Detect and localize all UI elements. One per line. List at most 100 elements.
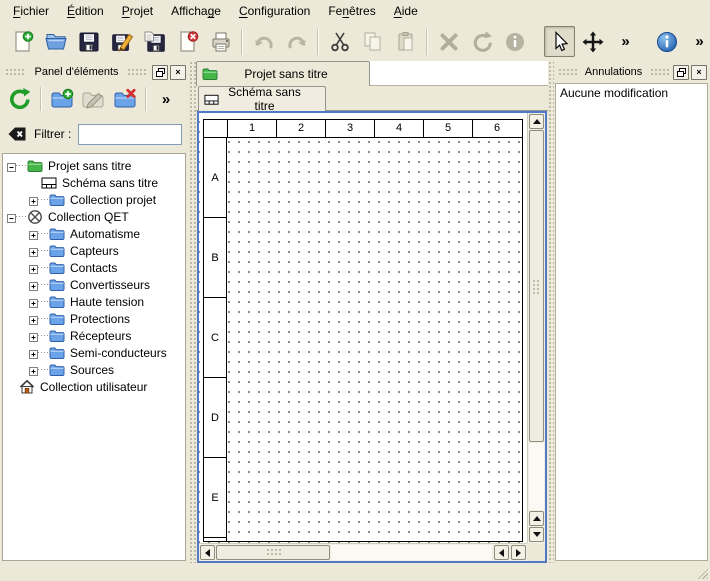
clear-filter-icon[interactable]	[7, 126, 27, 142]
menu-edition[interactable]: Édition	[58, 1, 113, 21]
delete-category-button[interactable]	[110, 84, 140, 114]
blue-folder-icon	[49, 243, 65, 259]
vertical-scroll-track[interactable]	[529, 443, 544, 510]
info-gray-button[interactable]	[499, 26, 530, 57]
menu-aide[interactable]: Aide	[385, 1, 427, 21]
blue-folder-icon	[49, 260, 65, 276]
select-arrow-button[interactable]	[544, 26, 575, 57]
tree-item-schema-sans-titre[interactable]: Schéma sans titre	[3, 174, 185, 191]
menu-affichage[interactable]: Affichage	[162, 1, 230, 21]
tree-item-convertisseurs[interactable]: Convertisseurs	[3, 276, 185, 293]
tree-item-haute-tension[interactable]: Haute tension	[3, 293, 185, 310]
paste-button[interactable]	[390, 26, 421, 57]
splitter-left[interactable]	[189, 61, 196, 563]
green-folder-icon	[27, 158, 43, 174]
blue-folder-icon	[49, 226, 65, 242]
filter-input[interactable]	[78, 124, 182, 145]
delete-button[interactable]	[433, 26, 464, 57]
redo-button[interactable]	[281, 26, 312, 57]
vertical-scrollbar[interactable]	[527, 113, 545, 543]
horizontal-scroll-thumb[interactable]	[216, 545, 330, 560]
overflow-chevron-button[interactable]: »	[684, 26, 710, 57]
elements-panel-titlebar[interactable]: Panel d'éléments ×	[0, 61, 189, 81]
save-all-button[interactable]	[139, 26, 170, 57]
menu-fichier[interactable]: Fichier	[4, 1, 58, 21]
dock-float-button[interactable]	[152, 65, 168, 80]
copy-button[interactable]	[357, 26, 388, 57]
elements-panel-toolbar: »	[0, 81, 189, 117]
new-category-button[interactable]	[47, 84, 77, 114]
menu-projet[interactable]: Projet	[113, 1, 162, 21]
tree-item-sources[interactable]: Sources	[3, 361, 185, 378]
tab-project-sans-titre[interactable]: Projet sans titre	[196, 61, 370, 86]
expand-icon[interactable]	[29, 263, 38, 272]
dock-close-button[interactable]: ×	[170, 65, 186, 80]
close-document-button[interactable]	[172, 26, 203, 57]
undo-list-item[interactable]: Aucune modification	[560, 86, 703, 101]
tree-item-collection-projet[interactable]: Collection projet	[3, 191, 185, 208]
scroll-down-button[interactable]	[529, 527, 544, 542]
diagram-canvas[interactable]: 123456 ABCDE	[199, 113, 527, 543]
save-button[interactable]	[73, 26, 104, 57]
open-project-button[interactable]	[40, 26, 71, 57]
undo-history-list[interactable]: Aucune modification	[555, 83, 708, 561]
reload-button[interactable]	[5, 84, 35, 114]
tree-item-semi-conducteurs[interactable]: Semi-conducteurs	[3, 344, 185, 361]
expand-icon[interactable]	[29, 348, 38, 357]
column-header-6: 6	[472, 120, 521, 137]
menu-configuration[interactable]: Configuration	[230, 1, 319, 21]
tree-item-contacts[interactable]: Contacts	[3, 259, 185, 276]
file-edit-toolbar	[6, 26, 531, 57]
cut-button[interactable]	[324, 26, 355, 57]
chevron-icon: »	[695, 34, 703, 49]
new-document-button[interactable]	[7, 26, 38, 57]
save-as-button[interactable]	[106, 26, 137, 57]
scroll-up-button-bottom[interactable]	[529, 511, 544, 526]
print-button[interactable]	[205, 26, 236, 57]
tree-item-label: Automatisme	[70, 227, 140, 241]
dock-close-button[interactable]: ×	[691, 65, 707, 80]
overflow-chevron-button[interactable]: »	[151, 84, 181, 114]
scroll-right-button[interactable]	[511, 545, 526, 560]
expand-icon[interactable]	[29, 280, 38, 289]
tree-item-automatisme[interactable]: Automatisme	[3, 225, 185, 242]
toolbar-separator	[40, 87, 42, 111]
move-tool-button[interactable]	[577, 26, 608, 57]
scroll-left-button-right[interactable]	[494, 545, 509, 560]
expand-icon[interactable]	[29, 195, 38, 204]
undo-panel-titlebar[interactable]: Annulations ×	[553, 61, 710, 81]
undo-button[interactable]	[248, 26, 279, 57]
restore-icon	[156, 68, 165, 77]
expand-icon[interactable]	[29, 246, 38, 255]
expand-icon[interactable]	[29, 297, 38, 306]
tree-item-collection-utilisateur[interactable]: Collection utilisateur	[3, 378, 185, 395]
overflow-chevron-button[interactable]: »	[610, 26, 641, 57]
tab-schema-sans-titre[interactable]: Schéma sans titre	[198, 86, 326, 111]
scroll-left-button[interactable]	[200, 545, 215, 560]
resize-grip[interactable]	[695, 566, 708, 579]
horizontal-scrollbar[interactable]	[199, 543, 527, 561]
rotate-button[interactable]	[466, 26, 497, 57]
expand-icon[interactable]	[29, 365, 38, 374]
tree-item-capteurs[interactable]: Capteurs	[3, 242, 185, 259]
expand-icon[interactable]	[29, 229, 38, 238]
expand-icon[interactable]	[29, 314, 38, 323]
tree-item-recepteurs[interactable]: Récepteurs	[3, 327, 185, 344]
tree-item-projet-sans-titre[interactable]: Projet sans titre	[3, 157, 185, 174]
qet-icon	[27, 209, 43, 225]
vertical-scroll-thumb[interactable]	[529, 130, 544, 442]
horizontal-scroll-track[interactable]	[331, 545, 492, 560]
tree-item-collection-qet[interactable]: Collection QET	[3, 208, 185, 225]
edit-category-button[interactable]	[79, 84, 109, 114]
dock-float-button[interactable]	[673, 65, 689, 80]
expand-icon[interactable]	[29, 331, 38, 340]
tree-item-protections[interactable]: Protections	[3, 310, 185, 327]
collapse-icon[interactable]	[7, 212, 16, 221]
save-all-icon	[143, 30, 167, 54]
scroll-up-button[interactable]	[529, 114, 544, 129]
menu-fenetres[interactable]: Fenêtres	[319, 1, 384, 21]
tree-item-label: Haute tension	[70, 295, 144, 309]
collapse-icon[interactable]	[7, 161, 16, 170]
info-blue-button[interactable]	[651, 26, 682, 57]
dock-texture	[650, 68, 669, 77]
